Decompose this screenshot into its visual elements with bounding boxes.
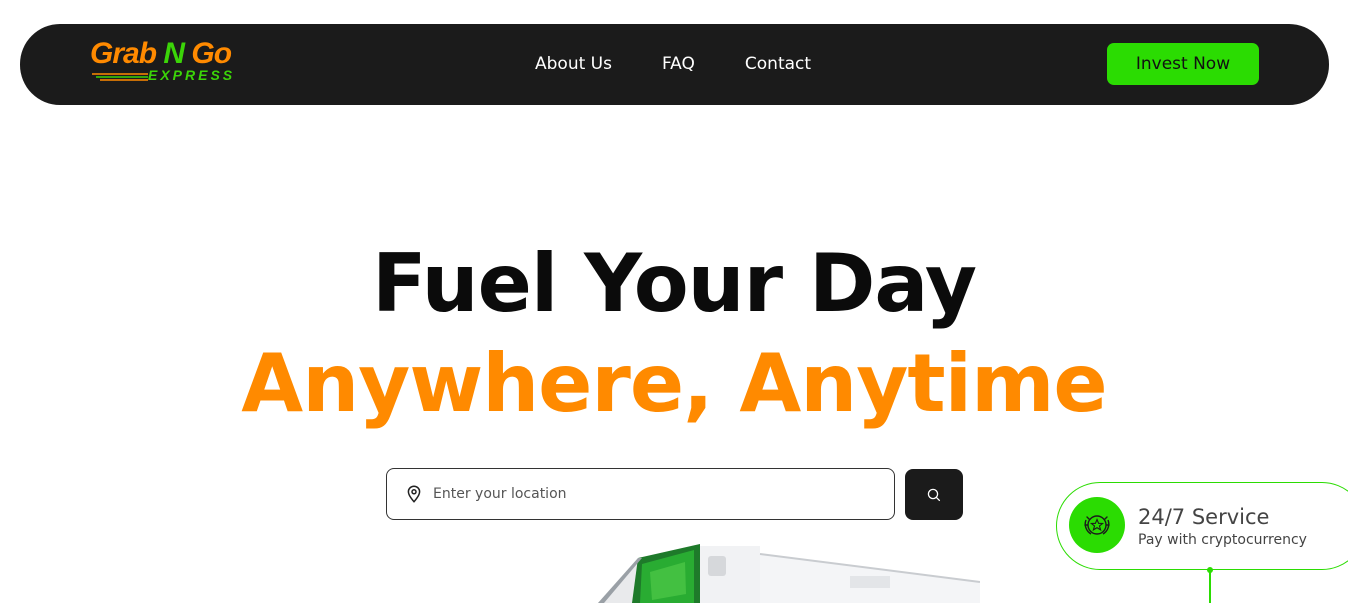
brand-logo[interactable]: Grab N Go EXPRESS bbox=[90, 38, 250, 88]
award-star-icon bbox=[1069, 497, 1125, 553]
badge-connector-line bbox=[1209, 568, 1211, 603]
nav-about-us[interactable]: About Us bbox=[535, 53, 612, 75]
search-button[interactable] bbox=[905, 469, 963, 520]
service-badge: 24/7 Service Pay with cryptocurrency bbox=[1056, 482, 1348, 570]
logo-word-n: N bbox=[163, 37, 185, 70]
badge-title: 24/7 Service bbox=[1138, 505, 1270, 529]
location-input[interactable] bbox=[433, 486, 863, 502]
search-icon bbox=[927, 488, 941, 501]
landing-page: Grab N Go EXPRESS About Us FAQ Contact I… bbox=[0, 0, 1348, 603]
main-menu: About Us FAQ Contact bbox=[535, 53, 811, 75]
badge-subtitle: Pay with cryptocurrency bbox=[1138, 532, 1307, 548]
hero-title: Fuel Your Day bbox=[371, 237, 977, 330]
nav-faq[interactable]: FAQ bbox=[662, 53, 695, 75]
map-pin-icon bbox=[405, 485, 423, 503]
logo-word-go: Go bbox=[191, 37, 232, 70]
nav-contact[interactable]: Contact bbox=[745, 53, 811, 75]
truck-image bbox=[598, 544, 980, 603]
logo-tagline: EXPRESS bbox=[148, 67, 236, 83]
invest-now-button[interactable]: Invest Now bbox=[1107, 43, 1259, 85]
top-navbar: Grab N Go EXPRESS About Us FAQ Contact I… bbox=[20, 24, 1329, 105]
logo-wordmark: Grab N Go bbox=[90, 37, 232, 70]
hero-subtitle: Anywhere, Anytime bbox=[241, 337, 1107, 430]
location-search-box[interactable] bbox=[386, 468, 895, 520]
speed-lines-icon bbox=[92, 73, 148, 81]
logo-word-grab: Grab bbox=[90, 37, 157, 70]
